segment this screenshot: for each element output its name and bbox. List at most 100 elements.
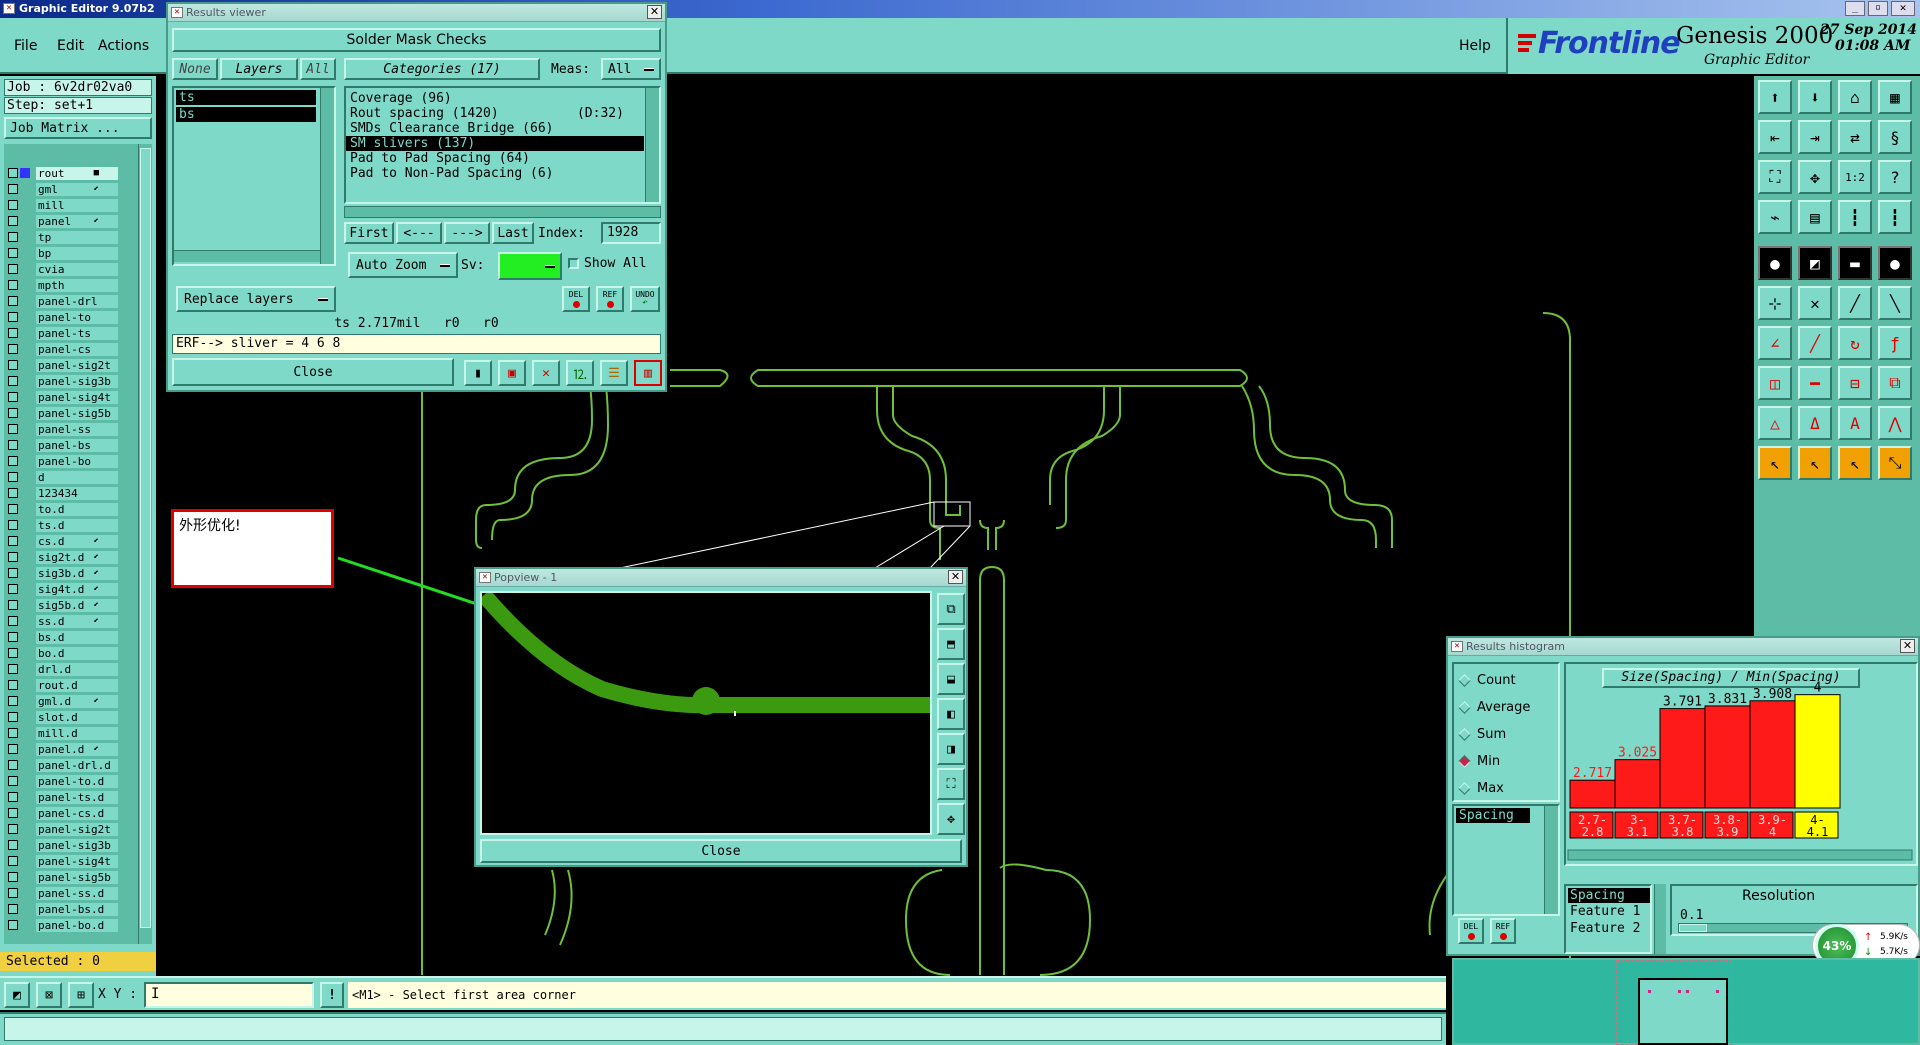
- right-icon[interactable]: ⇥: [1798, 120, 1832, 154]
- layer-checkbox[interactable]: [8, 888, 18, 898]
- layer-row[interactable]: sig5b.d ⬋: [8, 598, 123, 612]
- snake-icon[interactable]: §: [1878, 120, 1912, 154]
- categories-button[interactable]: Categories (17): [344, 58, 540, 80]
- layer-row[interactable]: panel-bs: [8, 438, 123, 452]
- category-item[interactable]: SMDs Clearance Bridge (66): [346, 121, 644, 136]
- cross-icon[interactable]: ✕: [1798, 286, 1832, 320]
- index-field[interactable]: 1928: [601, 222, 661, 244]
- layer-checkbox[interactable]: [8, 824, 18, 834]
- results-viewer-close-button[interactable]: Close: [172, 358, 454, 386]
- category-item[interactable]: SM slivers (137): [346, 136, 644, 151]
- layer-checkbox[interactable]: [8, 408, 18, 418]
- numbered-results-icon[interactable]: ⒓: [566, 360, 594, 386]
- layer-row[interactable]: panel-bo.d: [8, 918, 123, 932]
- layer-row[interactable]: bs.d: [8, 630, 123, 644]
- layer-up-icon[interactable]: ⬆: [1758, 80, 1792, 114]
- histogram-hscroll[interactable]: [1567, 849, 1913, 861]
- layer-row[interactable]: bp: [8, 246, 123, 260]
- layer-checkbox[interactable]: [8, 296, 18, 306]
- histogram-bar[interactable]: [1794, 694, 1841, 809]
- layer-checkbox[interactable]: [8, 184, 18, 194]
- layer-row[interactable]: panel-sig4t: [8, 390, 123, 404]
- job-matrix-button[interactable]: Job Matrix ...: [4, 117, 152, 139]
- layer-row[interactable]: panel.d ⬋: [8, 742, 123, 756]
- minus-icon[interactable]: ━: [1798, 366, 1832, 400]
- layer-items-vscroll[interactable]: [320, 88, 334, 264]
- layer-row[interactable]: rout ■: [8, 166, 123, 180]
- mountain-icon[interactable]: ⋀: [1878, 406, 1912, 440]
- layer-row[interactable]: panel-drl.d: [8, 758, 123, 772]
- histogram-bar[interactable]: [1704, 705, 1751, 809]
- layer-row[interactable]: rout.d: [8, 678, 123, 692]
- pointer3-icon[interactable]: ↖: [1838, 446, 1872, 480]
- layer-item-ts[interactable]: ts: [176, 90, 316, 105]
- layer-checkbox[interactable]: [8, 264, 18, 274]
- next-button[interactable]: --->: [444, 222, 490, 244]
- layer-list-scrollbar[interactable]: [138, 144, 152, 944]
- layer-row[interactable]: ss.d ⬋: [8, 614, 123, 628]
- histogram-bar[interactable]: [1614, 759, 1661, 809]
- close-icon[interactable]: ✕: [1891, 1, 1915, 16]
- layer-checkbox[interactable]: [8, 632, 18, 642]
- layer-item-bs[interactable]: bs: [176, 107, 316, 122]
- layer-checkbox[interactable]: [8, 488, 18, 498]
- line-icon[interactable]: ╱: [1838, 286, 1872, 320]
- layer-row[interactable]: panel-cs.d: [8, 806, 123, 820]
- pointer2-icon[interactable]: ↖: [1798, 446, 1832, 480]
- category-item[interactable]: Pad to Pad Spacing (64): [346, 151, 644, 166]
- prev-button[interactable]: <---: [396, 222, 442, 244]
- categories-vscroll[interactable]: [645, 88, 659, 202]
- layer-row[interactable]: gml.d ⬋: [8, 694, 123, 708]
- a-icon[interactable]: A: [1838, 406, 1872, 440]
- layer-row[interactable]: panel-ss.d: [8, 886, 123, 900]
- layer-checkbox[interactable]: [8, 312, 18, 322]
- bracket-icon[interactable]: ⊟: [1838, 366, 1872, 400]
- layer-checkbox[interactable]: [8, 712, 18, 722]
- layer-row[interactable]: panel-to.d: [8, 774, 123, 788]
- layer-row[interactable]: panel-sig2t: [8, 822, 123, 836]
- layer-checkbox[interactable]: [8, 616, 18, 626]
- all-layers-button[interactable]: All: [300, 58, 336, 80]
- layer-row[interactable]: mill.d: [8, 726, 123, 740]
- layer-row[interactable]: panel-sig2t: [8, 358, 123, 372]
- layer-row[interactable]: panel ⬋: [8, 214, 123, 228]
- category-item[interactable]: Rout spacing (1420) (D:32): [346, 106, 644, 121]
- pad-icon[interactable]: ●: [1758, 246, 1792, 280]
- show-all-checkbox[interactable]: [568, 258, 579, 269]
- layer-checkbox[interactable]: [8, 168, 18, 178]
- layer-row[interactable]: panel-ts: [8, 326, 123, 340]
- layer-checkbox[interactable]: [8, 424, 18, 434]
- layer-checkbox[interactable]: [8, 840, 18, 850]
- zoom-in-icon[interactable]: ⧉: [937, 593, 965, 625]
- layer-row[interactable]: bo.d: [8, 646, 123, 660]
- histogram-bar[interactable]: [1569, 779, 1616, 809]
- arc-icon[interactable]: ↻: [1838, 326, 1872, 360]
- sliders-icon[interactable]: ┇: [1878, 200, 1912, 234]
- layer-row[interactable]: cs.d ⬋: [8, 534, 123, 548]
- category-item[interactable]: Coverage (96): [346, 91, 644, 106]
- nodes-icon[interactable]: ⊹: [1758, 286, 1792, 320]
- replace-layers-button[interactable]: Replace layers: [176, 286, 336, 312]
- del-button[interactable]: DEL: [562, 286, 590, 312]
- layer-down-icon[interactable]: ⬇: [1798, 80, 1832, 114]
- histogram-chart[interactable]: 2.7172.7-2.83.0253-3.13.7913.7-3.83.8313…: [1566, 664, 1916, 864]
- popview-close-icon[interactable]: ✕: [948, 570, 963, 584]
- measure-icon[interactable]: ⊞: [68, 982, 94, 1008]
- layer-items-hscroll[interactable]: [174, 250, 320, 262]
- hist-ref-button[interactable]: REF: [1490, 918, 1516, 944]
- radio-diamond-icon[interactable]: [1458, 727, 1471, 741]
- exclude-results-icon[interactable]: ✕: [532, 360, 560, 386]
- layer-row[interactable]: sig4t.d ⬋: [8, 582, 123, 596]
- layer-checkbox[interactable]: [8, 744, 18, 754]
- layer-checkbox[interactable]: [8, 760, 18, 770]
- swap-icon[interactable]: ⇄: [1838, 120, 1872, 154]
- layer-row[interactable]: panel-sig5b: [8, 406, 123, 420]
- histogram-bar[interactable]: [1659, 708, 1706, 809]
- left-icon[interactable]: ⇤: [1758, 120, 1792, 154]
- histogram-option[interactable]: Min: [1458, 753, 1500, 769]
- snap-icon[interactable]: ◩: [4, 982, 30, 1008]
- layer-checkbox[interactable]: [8, 472, 18, 482]
- layer-row[interactable]: panel-cs: [8, 342, 123, 356]
- layer-row[interactable]: tp: [8, 230, 123, 244]
- layer-checkbox[interactable]: [8, 680, 18, 690]
